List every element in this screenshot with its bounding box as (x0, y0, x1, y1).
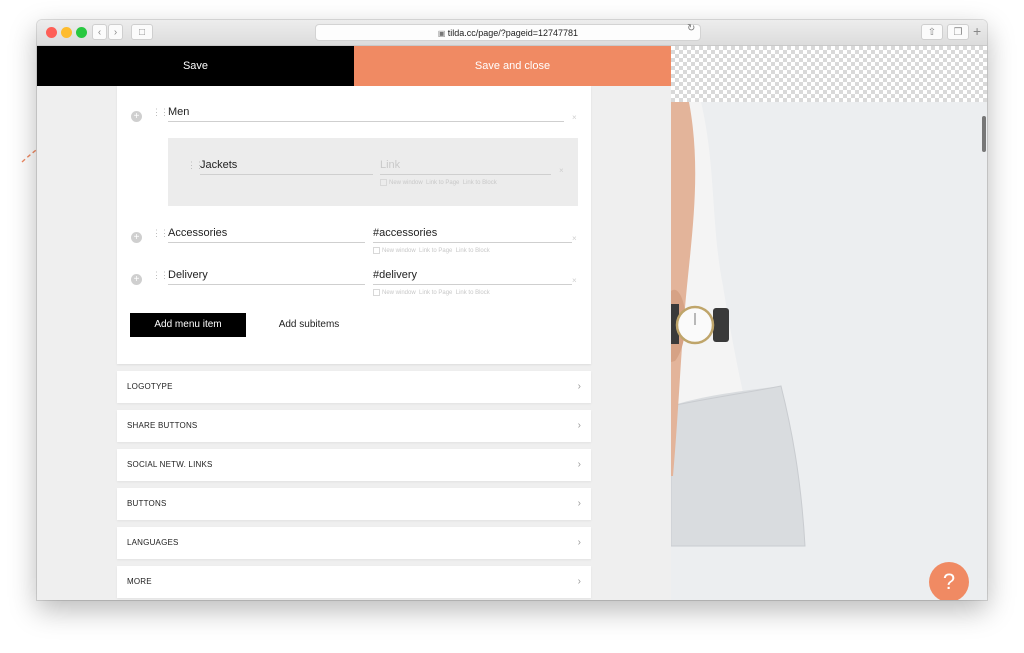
section-more[interactable]: MORE › (117, 566, 591, 598)
url-text: tilda.cc/page/?pageid=12747781 (447, 28, 579, 38)
delete-item-icon[interactable]: × (572, 234, 577, 243)
delete-subitem-icon[interactable]: × (559, 166, 564, 175)
add-subitem-icon[interactable]: + (131, 232, 142, 243)
link-options: New window Link to Page Link to Block (373, 247, 490, 254)
section-languages[interactable]: LANGUAGES › (117, 527, 591, 559)
browser-window: ‹ › □ ▣ tilda.cc/page/?pageid=12747781 ↻… (37, 20, 987, 600)
new-window-checkbox[interactable] (380, 179, 387, 186)
share-icon[interactable]: ⇧ (921, 24, 943, 40)
minimize-window-dot[interactable] (61, 27, 72, 38)
section-social-links[interactable]: SOCIAL NETW. LINKS › (117, 449, 591, 481)
menu-item-link-field[interactable]: #accessories (373, 225, 572, 243)
section-logotype[interactable]: LOGOTYPE › (117, 371, 591, 403)
reload-icon[interactable]: ↻ (687, 23, 695, 34)
delete-item-icon[interactable]: × (572, 276, 577, 285)
subitem-link-field[interactable]: Link (380, 157, 551, 175)
forward-icon[interactable]: › (108, 24, 123, 40)
watch-icon (671, 304, 729, 345)
add-menu-item-button[interactable]: Add menu item (130, 313, 246, 337)
page-preview: ? (671, 46, 987, 600)
preview-scrollbar[interactable] (982, 116, 986, 152)
link-to-block-link[interactable]: Link to Block (463, 180, 497, 186)
address-bar[interactable]: ▣ tilda.cc/page/?pageid=12747781 (315, 24, 701, 41)
chevron-right-icon: › (577, 498, 581, 509)
delete-item-icon[interactable]: × (572, 113, 577, 122)
link-options: New window Link to Page Link to Block (373, 289, 490, 296)
lock-icon: ▣ (437, 29, 448, 38)
add-subitem-icon[interactable]: + (131, 111, 142, 122)
chevron-right-icon: › (577, 381, 581, 392)
titlebar: ‹ › □ ▣ tilda.cc/page/?pageid=12747781 ↻… (37, 20, 987, 46)
menu-item-title-field[interactable]: Accessories (168, 225, 365, 243)
section-label: LANGUAGES (127, 538, 179, 547)
back-icon[interactable]: ‹ (92, 24, 107, 40)
drag-handle-icon[interactable]: ⋮⋮ (152, 271, 169, 285)
new-window-label: New window (382, 248, 416, 255)
new-window-label: New window (389, 180, 423, 187)
new-window-checkbox[interactable] (373, 289, 380, 296)
menu-item-link-field[interactable]: #delivery (373, 267, 572, 285)
drag-handle-icon[interactable]: ⋮⋮ (152, 108, 169, 122)
menu-item-title-field[interactable]: Delivery (168, 267, 365, 285)
new-window-checkbox[interactable] (373, 247, 380, 254)
chevron-right-icon: › (577, 459, 581, 470)
save-bar: Save Save and close (37, 46, 671, 86)
link-to-block-link[interactable]: Link to Block (456, 248, 490, 254)
link-to-page-link[interactable]: Link to Page (419, 248, 452, 254)
section-label: LOGOTYPE (127, 382, 173, 391)
section-label: SHARE BUTTONS (127, 421, 198, 430)
subitems-box: ⋮⋮ Jackets Link × New window Link to Pag… (168, 138, 578, 206)
drag-handle-icon[interactable]: ⋮⋮ (187, 161, 204, 175)
section-label: BUTTONS (127, 499, 167, 508)
help-button[interactable]: ? (929, 562, 969, 600)
subitem-title-field[interactable]: Jackets (200, 157, 373, 175)
save-and-close-button[interactable]: Save and close (354, 46, 671, 86)
subitem-link-options: New window Link to Page Link to Block (380, 179, 497, 186)
new-window-label: New window (382, 290, 416, 297)
close-window-dot[interactable] (46, 27, 57, 38)
settings-panel: + ⋮⋮ Men × ⋮⋮ Jackets Link × New window … (37, 86, 671, 600)
chevron-right-icon: › (577, 420, 581, 431)
add-subitem-icon[interactable]: + (131, 274, 142, 285)
chevron-right-icon: › (577, 576, 581, 587)
add-subitems-button[interactable]: Add subitems (257, 313, 361, 337)
section-buttons[interactable]: BUTTONS › (117, 488, 591, 520)
section-label: SOCIAL NETW. LINKS (127, 460, 213, 469)
menu-items-card: + ⋮⋮ Men × ⋮⋮ Jackets Link × New window … (117, 86, 591, 364)
link-to-page-link[interactable]: Link to Page (419, 290, 452, 296)
zoom-window-dot[interactable] (76, 27, 87, 38)
sidebar-icon[interactable]: □ (131, 24, 153, 40)
save-button[interactable]: Save (37, 46, 354, 86)
menu-item-title-field[interactable]: Men (168, 104, 564, 122)
drag-handle-icon[interactable]: ⋮⋮ (152, 229, 169, 243)
transparent-background (671, 46, 987, 102)
link-to-block-link[interactable]: Link to Block (456, 290, 490, 296)
new-tab-icon[interactable]: + (973, 23, 981, 39)
chevron-right-icon: › (577, 537, 581, 548)
section-share-buttons[interactable]: SHARE BUTTONS › (117, 410, 591, 442)
tabs-icon[interactable]: ❐ (947, 24, 969, 40)
link-to-page-link[interactable]: Link to Page (426, 180, 459, 186)
section-label: MORE (127, 577, 152, 586)
